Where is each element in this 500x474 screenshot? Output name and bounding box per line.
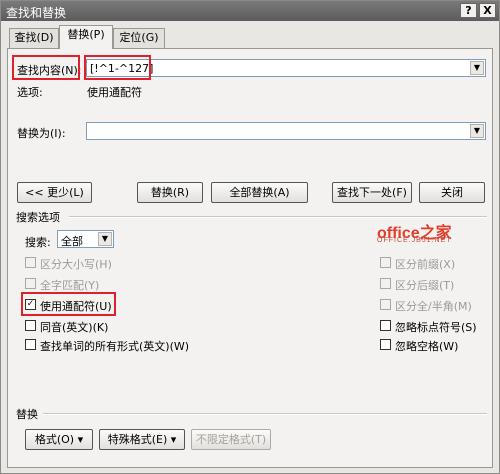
sounds-like-label: 同音(英文)(K) <box>40 321 109 334</box>
replace-section-heading: 替换 <box>16 408 38 421</box>
all-word-forms-label: 查找单词的所有形式(英文)(W) <box>40 340 190 353</box>
search-options-heading: 搜索选项 <box>16 211 60 224</box>
options-label: 选项: <box>17 86 43 99</box>
replace-with-input[interactable]: ▼ <box>86 122 486 140</box>
replace-section-divider <box>43 413 487 415</box>
match-case-checkbox[interactable] <box>25 257 36 268</box>
find-next-button[interactable]: 查找下一处(F) <box>332 182 412 203</box>
width-label: 区分全/半角(M) <box>395 300 472 313</box>
replace-with-label: 替换为(I): <box>17 127 66 140</box>
search-options-divider <box>69 216 487 218</box>
ignore-punctuation-checkbox[interactable] <box>380 320 391 331</box>
search-direction-label: 搜索: <box>25 236 51 249</box>
help-button[interactable]: ? <box>460 3 477 18</box>
ignore-punctuation-label: 忽略标点符号(S) <box>395 321 477 334</box>
whole-word-label: 全字匹配(Y) <box>40 279 100 292</box>
ignore-space-label: 忽略空格(W) <box>395 340 459 353</box>
match-prefix-label: 区分前缀(X) <box>395 258 456 271</box>
ignore-space-checkbox[interactable] <box>380 339 391 350</box>
whole-word-checkbox[interactable] <box>25 278 36 289</box>
match-case-label: 区分大小写(H) <box>40 258 112 271</box>
search-direction-value: 全部 <box>61 235 83 248</box>
options-value: 使用通配符 <box>87 86 142 99</box>
tab-goto[interactable]: 定位(G) <box>113 28 165 48</box>
replace-all-button[interactable]: 全部替换(A) <box>211 182 308 203</box>
search-direction-chevron-down-icon[interactable]: ▼ <box>98 232 112 246</box>
match-suffix-checkbox[interactable] <box>380 278 391 289</box>
close-button[interactable]: 关闭 <box>419 182 485 203</box>
width-checkbox[interactable] <box>380 299 391 310</box>
wildcards-highlight <box>21 292 116 316</box>
format-button[interactable]: 格式(O) ▾ <box>25 429 93 450</box>
tab-replace[interactable]: 替换(P) <box>59 25 113 49</box>
find-dropdown-chevron-down-icon[interactable]: ▼ <box>470 61 484 75</box>
replace-dropdown-chevron-down-icon[interactable]: ▼ <box>470 124 484 138</box>
match-suffix-label: 区分后缀(T) <box>395 279 455 292</box>
sounds-like-checkbox[interactable] <box>25 320 36 331</box>
watermark-url: OFFICE.JB51.NET <box>377 237 452 244</box>
tab-find[interactable]: 查找(D) <box>9 28 59 48</box>
search-direction-select[interactable]: 全部 ▼ <box>57 230 114 248</box>
all-word-forms-checkbox[interactable] <box>25 339 36 350</box>
replace-button[interactable]: 替换(R) <box>137 182 203 203</box>
close-icon[interactable]: X <box>479 3 496 18</box>
match-prefix-checkbox[interactable] <box>380 257 391 268</box>
less-button[interactable]: << 更少(L) <box>17 182 92 203</box>
no-formatting-button[interactable]: 不限定格式(T) <box>191 429 271 450</box>
find-value-highlight <box>84 55 151 80</box>
dialog-title: 查找和替换 <box>6 6 67 20</box>
title-bar[interactable]: 查找和替换 ? X <box>1 1 499 21</box>
special-button[interactable]: 特殊格式(E) ▾ <box>99 429 185 450</box>
find-replace-dialog: 查找和替换 ? X 查找(D) 替换(P) 定位(G) 查找内容(N): [!^… <box>0 0 500 474</box>
find-label-highlight <box>12 55 80 80</box>
